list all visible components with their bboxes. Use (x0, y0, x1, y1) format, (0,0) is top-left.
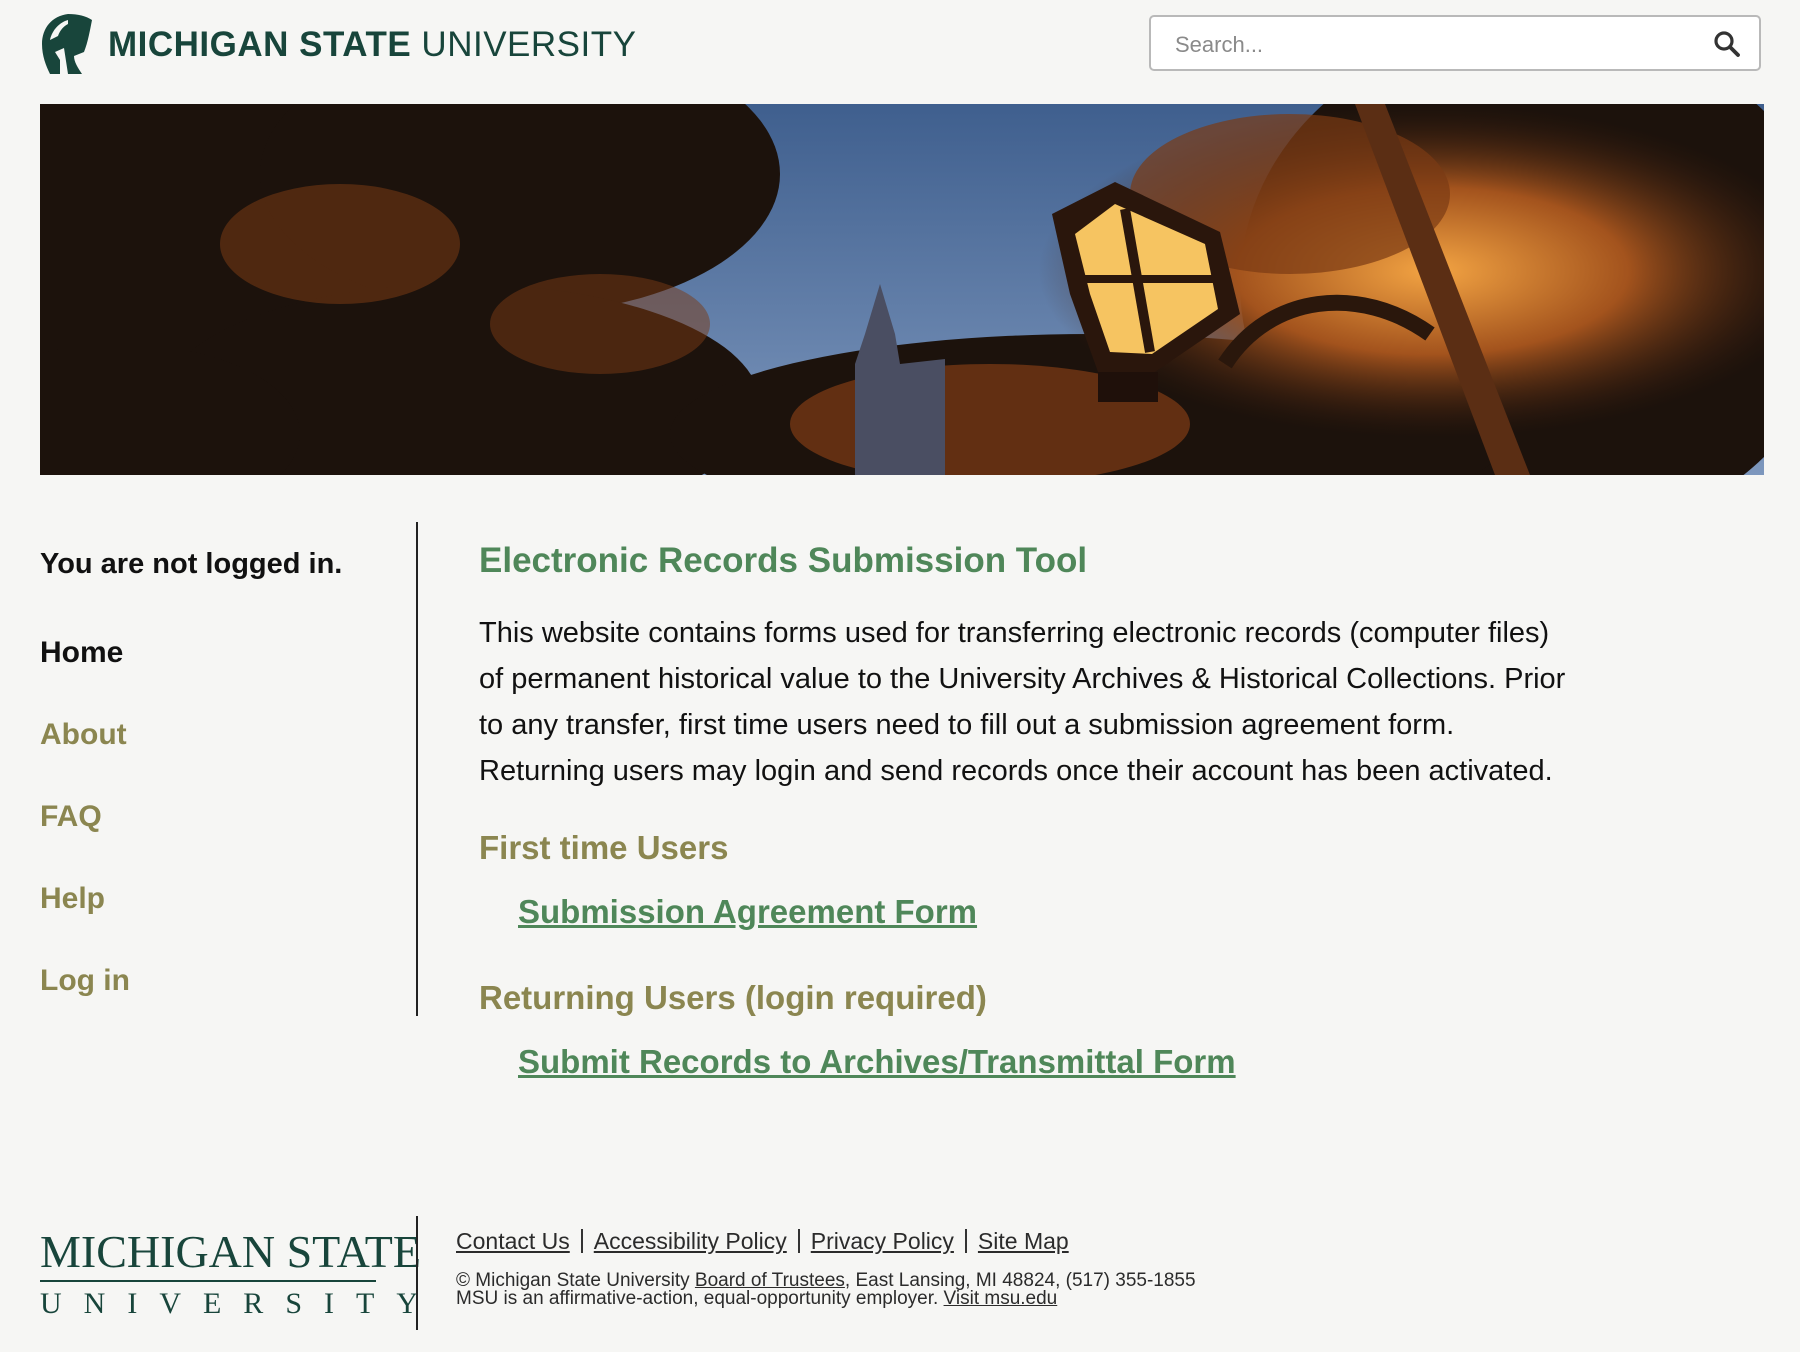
site-header: MICHIGAN STATE UNIVERSITY (0, 0, 1800, 100)
spartan-helmet-icon (42, 14, 92, 74)
footer-link-contact-us[interactable]: Contact Us (456, 1228, 570, 1254)
footer-link-accessibility[interactable]: Accessibility Policy (594, 1228, 787, 1254)
footer-logo-rule (40, 1280, 376, 1282)
eeo-statement: MSU is an affirmative-action, equal-oppo… (456, 1288, 944, 1309)
nav-item-help: Help (40, 858, 380, 940)
footer-link-separator (797, 1229, 800, 1253)
footer-link-site-map[interactable]: Site Map (978, 1228, 1069, 1254)
sidebar-divider (416, 522, 418, 1016)
footer-logo-line2: UNIVERSITY (40, 1287, 440, 1320)
intro-line-1: This website contains forms used for tra… (479, 617, 1550, 649)
returning-users-heading: Returning Users (login required) (479, 979, 987, 1016)
visit-msu-link[interactable]: Visit msu.edu (944, 1288, 1058, 1309)
msu-logo-link[interactable]: MICHIGAN STATE UNIVERSITY (38, 12, 636, 78)
footer-link-separator (964, 1229, 967, 1253)
login-status: You are not logged in. (40, 548, 343, 580)
footer-links: Contact Us Accessibility Policy Privacy Po… (456, 1228, 1069, 1255)
nav-item-login: Log in (40, 940, 380, 1022)
intro-line-3: to any transfer, first time users need t… (479, 709, 1455, 741)
nav-link-home[interactable]: Home (40, 636, 123, 669)
footer-link-privacy[interactable]: Privacy Policy (811, 1228, 954, 1254)
nav-link-login[interactable]: Log in (40, 964, 130, 997)
intro-line-4: Returning users may login and send recor… (479, 755, 1553, 787)
main-content: Electronic Records Submission Tool This … (479, 522, 1659, 1084)
sidebar-nav: Home About FAQ Help Log in (40, 612, 380, 1022)
intro-line-2: of permanent historical value to the Uni… (479, 663, 1566, 695)
footer-divider (416, 1216, 418, 1330)
footer-copyright: © Michigan State University Board of Tru… (456, 1271, 1196, 1309)
logo-wordmark: MICHIGAN STATE UNIVERSITY (108, 25, 637, 64)
search-icon[interactable] (1713, 30, 1741, 58)
first-time-users-heading: First time Users (479, 829, 729, 866)
footer-link-separator (580, 1229, 583, 1253)
footer-msu-logo[interactable]: MICHIGAN STATE UNIVERSITY (40, 1226, 440, 1322)
nav-link-help[interactable]: Help (40, 882, 105, 915)
submission-agreement-form-link[interactable]: Submission Agreement Form (518, 890, 977, 934)
nav-link-about[interactable]: About (40, 718, 127, 751)
search-input[interactable] (1173, 27, 1697, 63)
nav-item-faq: FAQ (40, 776, 380, 858)
search-box (1149, 15, 1761, 71)
page-title: Electronic Records Submission Tool (479, 541, 1088, 580)
transmittal-form-link[interactable]: Submit Records to Archives/Transmittal F… (518, 1040, 1236, 1084)
nav-link-faq[interactable]: FAQ (40, 800, 102, 833)
footer-logo-line1: MICHIGAN STATE (40, 1226, 421, 1277)
hero-banner-image (40, 104, 1764, 475)
intro-paragraph: This website contains forms used for tra… (479, 610, 1649, 794)
nav-item-about: About (40, 694, 380, 776)
sidebar: You are not logged in. Home About FAQ He… (40, 522, 380, 1022)
nav-item-home: Home (40, 612, 380, 694)
